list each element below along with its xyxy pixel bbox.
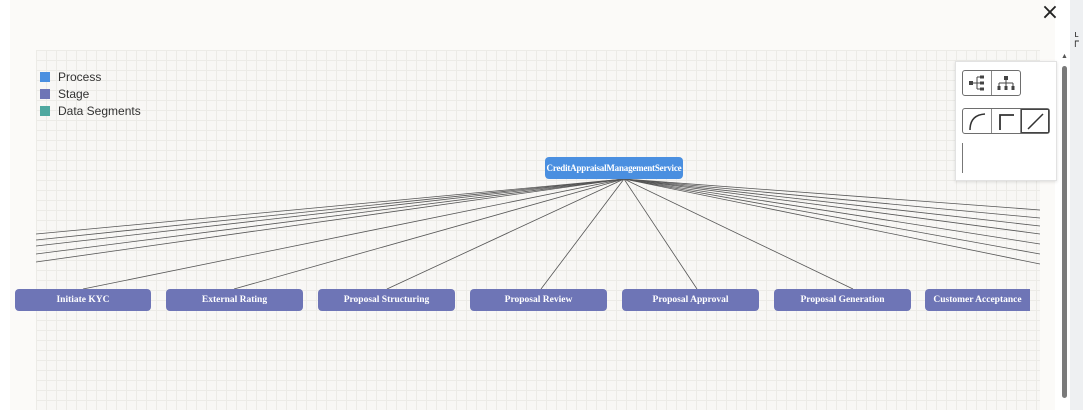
legend-item-process: Process <box>40 68 141 85</box>
offscreen-connector <box>36 178 625 241</box>
edge-style-group <box>962 108 1050 134</box>
offscreen-connector <box>36 178 625 263</box>
stage-node-external-rating[interactable]: External Rating <box>166 289 303 311</box>
legend-item-data-segments: Data Segments <box>40 102 141 119</box>
offscreen-connector <box>623 178 1040 235</box>
stage-connector <box>623 178 854 290</box>
straight-edge-icon[interactable] <box>1020 109 1049 133</box>
offscreen-connector <box>623 178 1040 227</box>
scroll-up-icon[interactable]: ▲ <box>1061 53 1068 60</box>
horizontal-tree-icon[interactable] <box>963 71 991 95</box>
stage-connector <box>623 178 698 290</box>
close-icon[interactable]: × <box>1039 2 1061 26</box>
stage-node-initiate-kyc[interactable]: Initiate KYC <box>15 289 151 311</box>
process-node[interactable]: CreditAppraisalManagementService <box>545 157 683 179</box>
stage-node-proposal-structuring[interactable]: Proposal Structuring <box>318 289 455 311</box>
diagram-canvas[interactable] <box>36 50 1040 410</box>
offscreen-connector <box>623 178 1040 265</box>
legend: Process Stage Data Segments <box>40 68 141 119</box>
slider-track[interactable] <box>962 143 963 173</box>
corner-mark-icon: ᒥ <box>1074 40 1080 50</box>
legend-swatch-data-segments <box>40 105 50 116</box>
edge-layer <box>36 178 1040 290</box>
curved-edge-icon[interactable] <box>963 109 991 133</box>
offscreen-connector <box>36 178 625 235</box>
stage-node-customer-acceptance[interactable]: Customer Acceptance <box>925 289 1030 311</box>
stage-node-proposal-approval[interactable]: Proposal Approval <box>622 289 759 311</box>
corner-mark-icon: ʟ <box>1074 30 1080 40</box>
diagram-modal <box>10 0 1055 410</box>
legend-label: Data Segments <box>58 103 141 118</box>
scroll-thumb[interactable] <box>1062 66 1067 398</box>
offscreen-connector <box>36 178 625 247</box>
vertical-tree-icon[interactable] <box>991 71 1020 95</box>
offscreen-connector <box>623 178 1040 245</box>
offscreen-connector <box>623 178 1040 219</box>
background-window-edge: ʟ ᒥ <box>1070 0 1083 410</box>
legend-item-stage: Stage <box>40 85 141 102</box>
legend-swatch-stage <box>40 88 50 99</box>
diagram-toolbar <box>955 61 1057 181</box>
offscreen-connector <box>623 178 1040 255</box>
stage-node-proposal-generation[interactable]: Proposal Generation <box>774 289 911 311</box>
legend-label: Process <box>58 69 102 84</box>
stage-connector <box>540 178 625 290</box>
offscreen-connector <box>623 178 1040 211</box>
elbow-edge-icon[interactable] <box>991 109 1020 133</box>
stage-connector <box>233 178 625 290</box>
offscreen-connector <box>36 178 625 255</box>
vertical-scrollbar[interactable]: ▲ <box>1060 53 1070 410</box>
layout-toggle-group <box>962 70 1021 96</box>
stage-connector <box>82 178 625 290</box>
stage-node-proposal-review[interactable]: Proposal Review <box>470 289 607 311</box>
legend-swatch-process <box>40 71 50 82</box>
legend-label: Stage <box>58 86 90 101</box>
